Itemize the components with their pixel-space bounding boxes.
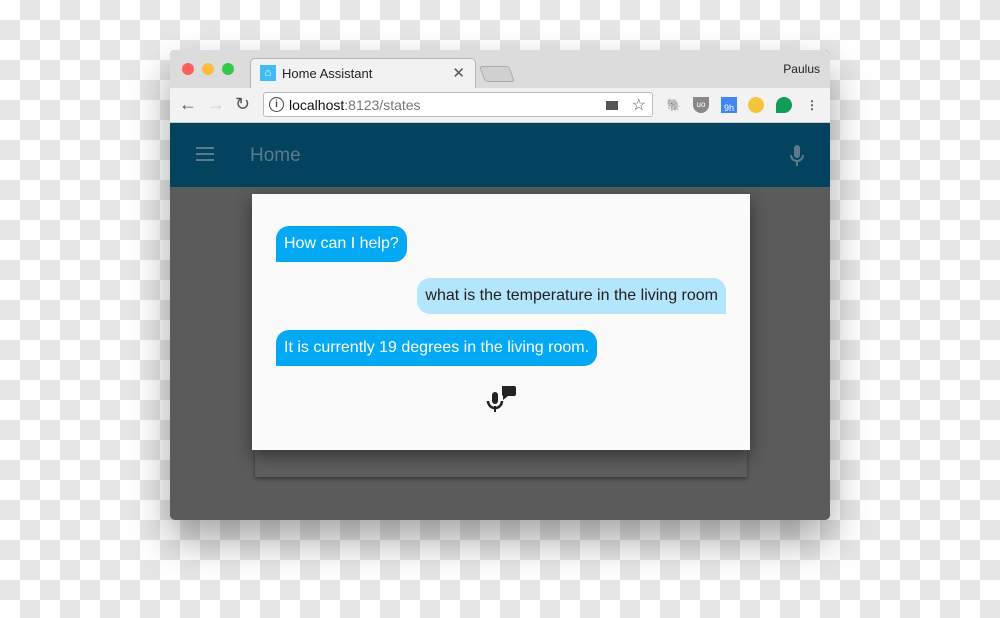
minimize-window-button[interactable] (202, 63, 214, 75)
background-card (255, 450, 747, 477)
assistant-message: It is currently 19 degrees in the living… (276, 330, 598, 366)
page-title: Home (250, 145, 301, 166)
close-tab-icon[interactable]: ✕ (452, 64, 465, 82)
menu-icon[interactable] (196, 147, 214, 161)
new-tab-button[interactable] (479, 66, 515, 82)
tab-title: Home Assistant (282, 66, 373, 81)
hangouts-icon[interactable] (776, 97, 792, 113)
url-host: localhost (289, 97, 345, 113)
back-icon[interactable]: ← (179, 94, 197, 115)
calendar-9h-icon[interactable]: 9h (721, 97, 737, 113)
microphone-icon[interactable] (790, 145, 804, 167)
reload-icon[interactable]: ↻ (235, 94, 250, 115)
voice-command-dialog: How can I help? what is the temperature … (252, 194, 750, 450)
emoji-icon[interactable] (748, 97, 764, 113)
url-path: :8123/states (344, 97, 421, 113)
forward-icon[interactable]: → (207, 94, 225, 115)
maximize-window-button[interactable] (222, 63, 234, 75)
more-menu-icon[interactable]: ⋮ (804, 97, 820, 113)
ublock-icon[interactable]: uo (693, 97, 709, 113)
assistant-message: How can I help? (276, 226, 407, 262)
close-window-button[interactable] (182, 63, 194, 75)
url-text: localhost:8123/states (289, 97, 421, 113)
home-assistant-favicon-icon: ⌂ (260, 65, 276, 81)
evernote-icon[interactable]: 🐘 (666, 97, 682, 113)
calendar-badge: 9h (723, 103, 734, 113)
tab-bar: ⌂ Home Assistant ✕ Paulus (170, 50, 830, 88)
star-icon[interactable]: ☆ (632, 95, 646, 115)
address-bar[interactable]: i localhost:8123/states ☆ (263, 92, 653, 117)
info-icon[interactable]: i (269, 97, 284, 112)
tab-home-assistant[interactable]: ⌂ Home Assistant ✕ (250, 58, 476, 88)
profile-name[interactable]: Paulus (783, 62, 820, 76)
voice-chat-mic-icon[interactable] (486, 384, 518, 416)
user-message: what is the temperature in the living ro… (417, 278, 726, 314)
app-header: Home (170, 123, 830, 187)
browser-toolbar: ← → ↻ i localhost:8123/states ☆ 🐘 uo 9h … (170, 88, 830, 123)
browser-window: ⌂ Home Assistant ✕ Paulus ← → ↻ i localh… (170, 50, 830, 520)
camera-icon[interactable] (606, 101, 618, 110)
